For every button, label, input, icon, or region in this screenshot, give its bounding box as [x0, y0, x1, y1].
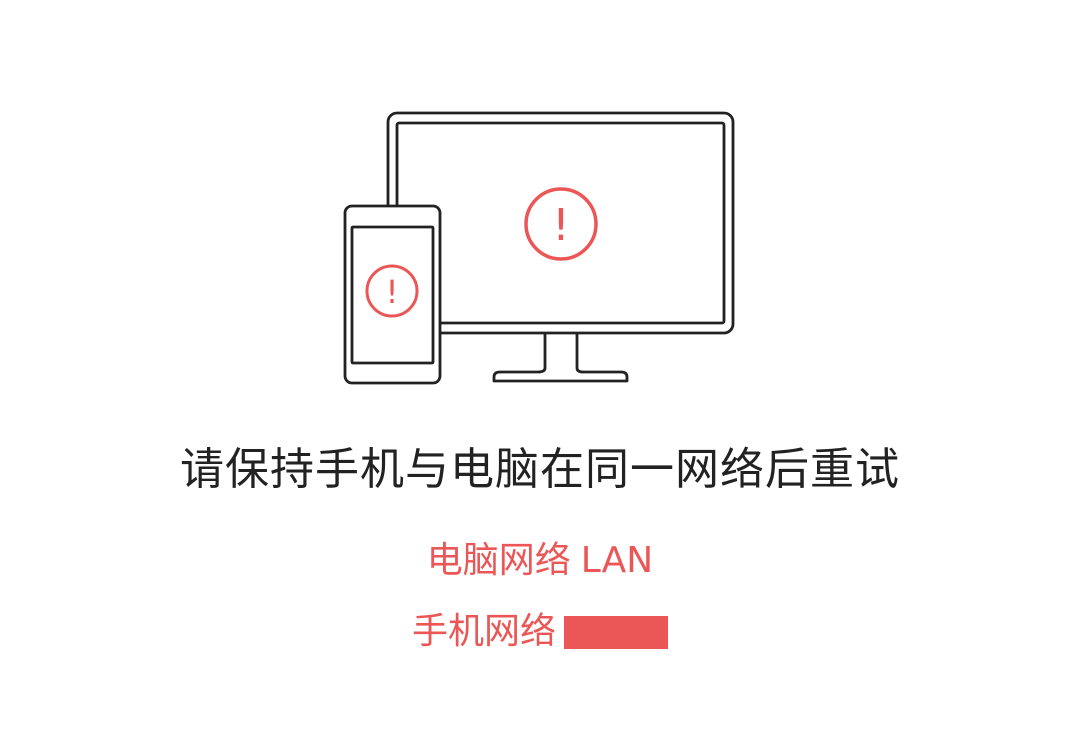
pc-network-row: 电脑网络 LAN [0, 537, 1080, 584]
devices-illustration: ! ! [343, 111, 735, 385]
network-mismatch-screen: ! ! 请保持手机与电脑在同一网络后重试 电脑网络 LAN 手机网络 [0, 0, 1080, 750]
phone-network-value-redacted [564, 615, 668, 649]
phone-alert-glyph: ! [386, 273, 399, 311]
monitor-alert-icon: ! [524, 187, 598, 261]
phone-network-label: 手机网络 [411, 611, 556, 652]
monitor-alert-glyph: ! [552, 200, 570, 251]
phone-network-row: 手机网络 [0, 608, 1080, 655]
retry-message: 请保持手机与电脑在同一网络后重试 [180, 444, 900, 495]
pc-network-label: 电脑网络 [426, 540, 571, 581]
pc-network-value: LAN [580, 540, 654, 581]
